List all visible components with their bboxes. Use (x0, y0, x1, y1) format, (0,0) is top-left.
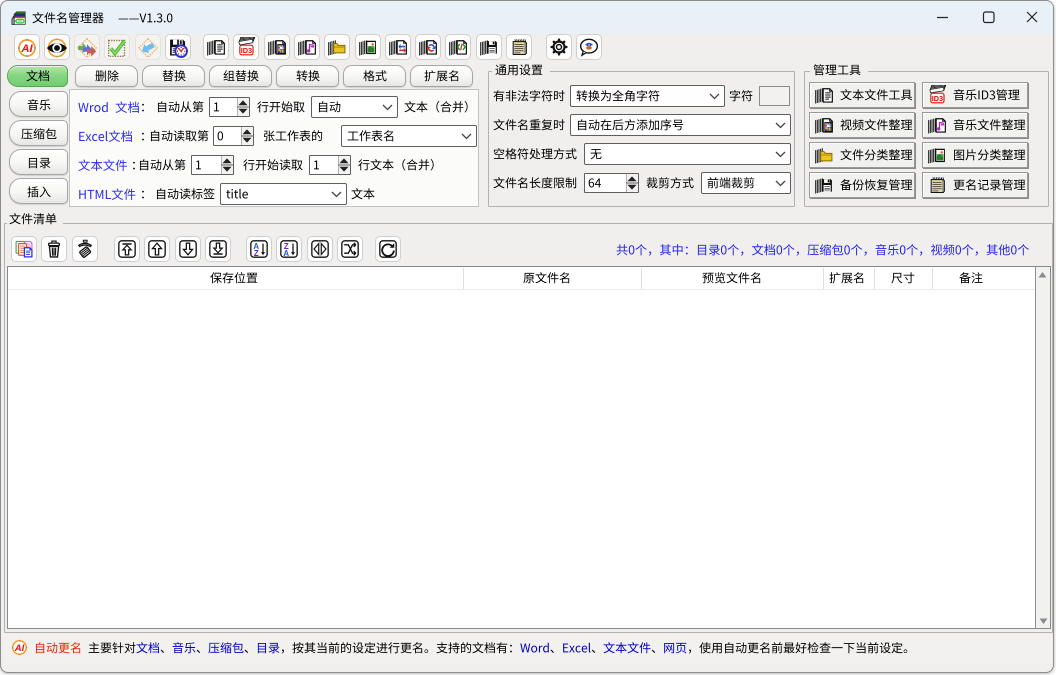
svg-text:Z: Z (254, 249, 259, 258)
svg-text:AI: AI (14, 643, 25, 654)
svg-text:ID3: ID3 (241, 46, 252, 55)
svg-text:AI: AI (20, 43, 33, 55)
svg-text:ID3: ID3 (932, 94, 943, 103)
svg-text:A: A (284, 249, 290, 258)
